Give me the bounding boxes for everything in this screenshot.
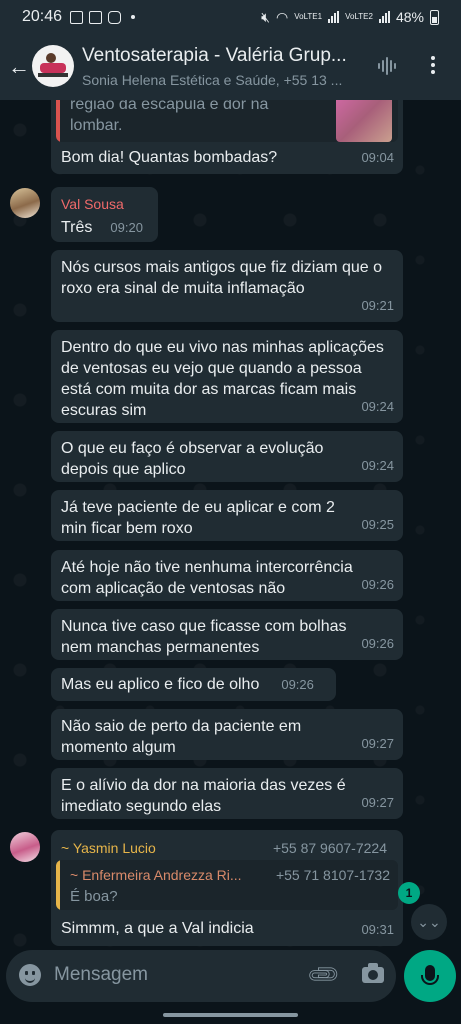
message-time: 09:26 — [361, 636, 394, 651]
quoted-image-thumbnail — [336, 100, 392, 142]
sim2-volte-label: VoLTE2 — [345, 12, 373, 21]
message-text: E o alívio da dor na maioria das vezes é… — [61, 777, 346, 815]
sender-name[interactable]: ~ Yasmin Lucio — [61, 838, 156, 859]
message-text: Já teve paciente de eu aplicar e com 2 m… — [61, 499, 335, 537]
message-text: O que eu faço é observar a evolução depo… — [61, 440, 324, 478]
message-bubble[interactable]: Não saio de perto da paciente em momento… — [51, 709, 403, 760]
status-time: 20:46 — [22, 8, 63, 25]
message-input[interactable]: Mensagem — [54, 964, 148, 986]
chat-header: ← Ventosaterapia - Valéria Grup... Sonia… — [0, 34, 461, 100]
scroll-to-bottom-button[interactable]: ⌄⌄ — [411, 904, 447, 940]
microphone-icon — [421, 965, 439, 985]
message-bubble[interactable]: Já teve paciente de eu aplicar e com 2 m… — [51, 490, 403, 541]
message-text: Mas eu aplico e fico de olho 09:26 — [51, 668, 336, 695]
group-participants[interactable]: Sonia Helena Estética e Saúde, +55 13 ..… — [82, 72, 367, 88]
double-chevron-down-icon: ⌄⌄ — [417, 913, 441, 930]
attach-icon[interactable]: 📎︎ — [305, 956, 343, 994]
message-time: 09:20 — [110, 220, 143, 235]
sender-phone: +55 87 9607-7224 — [272, 840, 387, 856]
message-time: 09:26 — [361, 577, 394, 592]
avatar[interactable] — [10, 832, 40, 862]
quoted-message[interactable]: ~ Enfermeira Andrezza Ri... +55 71 8107-… — [56, 860, 398, 910]
quoted-author-phone: +55 71 8107-1732 — [275, 867, 390, 883]
message-bubble[interactable]: região da escápula e dor na lombar. Bom … — [51, 100, 403, 174]
message-bubble[interactable]: Até hoje não tive nenhuma intercorrência… — [51, 550, 403, 601]
sim1-volte-label: VoLTE1 — [294, 12, 323, 21]
status-right: 🔇︎ ◠ VoLTE1 VoLTE2 48% — [261, 0, 439, 34]
unread-count-badge: 1 — [398, 882, 420, 904]
message-bubble[interactable]: O que eu faço é observar a evolução depo… — [51, 431, 403, 482]
message-list[interactable]: região da escápula e dor na lombar. Bom … — [0, 100, 461, 948]
message-text: Até hoje não tive nenhuma intercorrência… — [61, 559, 353, 597]
gallery-notification-icon — [70, 10, 84, 24]
voice-record-button[interactable] — [404, 950, 456, 1002]
notification-icons — [70, 10, 122, 24]
more-notifications-icon — [131, 15, 136, 19]
back-arrow-icon[interactable]: ← — [8, 54, 30, 80]
sender-name[interactable]: Val Sousa — [51, 187, 158, 215]
message-time: 09:25 — [361, 517, 394, 532]
message-time: 09:27 — [361, 736, 394, 751]
message-text: Nós cursos mais antigos que fiz diziam q… — [61, 259, 383, 297]
message-bubble[interactable]: Dentro do que eu vivo nas minhas aplicaç… — [51, 330, 403, 423]
message-time: 09:27 — [361, 795, 394, 810]
quoted-message[interactable]: região da escápula e dor na lombar. — [56, 100, 398, 142]
battery-icon — [430, 9, 439, 25]
message-text: Simmm, a que a Val indicia — [61, 920, 254, 937]
message-time: 09:21 — [361, 298, 394, 313]
message-text: Não saio de perto da paciente em momento… — [61, 718, 302, 756]
message-bubble[interactable]: Mas eu aplico e fico de olho 09:26 — [51, 668, 336, 701]
mail-notification-icon — [89, 10, 103, 24]
message-time: 09:04 — [361, 150, 394, 165]
signal2-icon — [378, 11, 390, 23]
group-avatar[interactable] — [32, 45, 74, 87]
mute-icon: 🔇︎ — [261, 8, 270, 25]
message-text: Nunca tive caso que ficasse com bolhas n… — [61, 618, 347, 656]
status-bar: 20:46 🔇︎ ◠ VoLTE1 VoLTE2 48% — [0, 0, 461, 34]
message-text: Bom dia! Quantas bombadas? — [61, 149, 278, 166]
message-bubble[interactable]: Nós cursos mais antigos que fiz diziam q… — [51, 250, 403, 322]
message-bubble[interactable]: ~ Yasmin Lucio +55 87 9607-7224 ~ Enferm… — [51, 830, 403, 946]
group-title[interactable]: Ventosaterapia - Valéria Grup... — [82, 45, 367, 67]
quoted-text: É boa? — [70, 888, 118, 905]
message-bubble[interactable]: E o alívio da dor na maioria das vezes é… — [51, 768, 403, 819]
message-bubble[interactable]: Nunca tive caso que ficasse com bolhas n… — [51, 609, 403, 660]
message-time: 09:26 — [281, 677, 314, 692]
message-composer[interactable]: Mensagem 📎︎ — [6, 950, 396, 1002]
message-time: 09:31 — [361, 922, 394, 937]
quoted-text: região da escápula e dor na lombar. — [70, 100, 269, 134]
quoted-author: ~ Enfermeira Andrezza Ri... — [70, 867, 242, 883]
signal1-icon — [328, 11, 340, 23]
avatar[interactable] — [10, 188, 40, 218]
message-time: 09:24 — [361, 399, 394, 414]
message-time: 09:24 — [361, 458, 394, 473]
more-options-icon[interactable] — [430, 56, 436, 74]
message-text: Três 09:20 — [51, 215, 158, 238]
battery-percent: 48% — [395, 9, 424, 25]
wifi-icon: ◠ — [276, 8, 289, 25]
message-text: Dentro do que eu vivo nas minhas aplicaç… — [61, 339, 384, 419]
message-bubble[interactable]: Val Sousa Três 09:20 — [51, 187, 158, 242]
message-text-content: Mas eu aplico e fico de olho — [61, 676, 260, 693]
camera-icon[interactable] — [362, 963, 384, 983]
emoji-icon[interactable] — [19, 964, 41, 986]
gesture-navigation-bar[interactable] — [163, 1013, 298, 1017]
voice-chat-icon[interactable] — [378, 56, 396, 76]
instagram-notification-icon — [108, 10, 122, 24]
message-text-content: Três — [61, 219, 93, 236]
